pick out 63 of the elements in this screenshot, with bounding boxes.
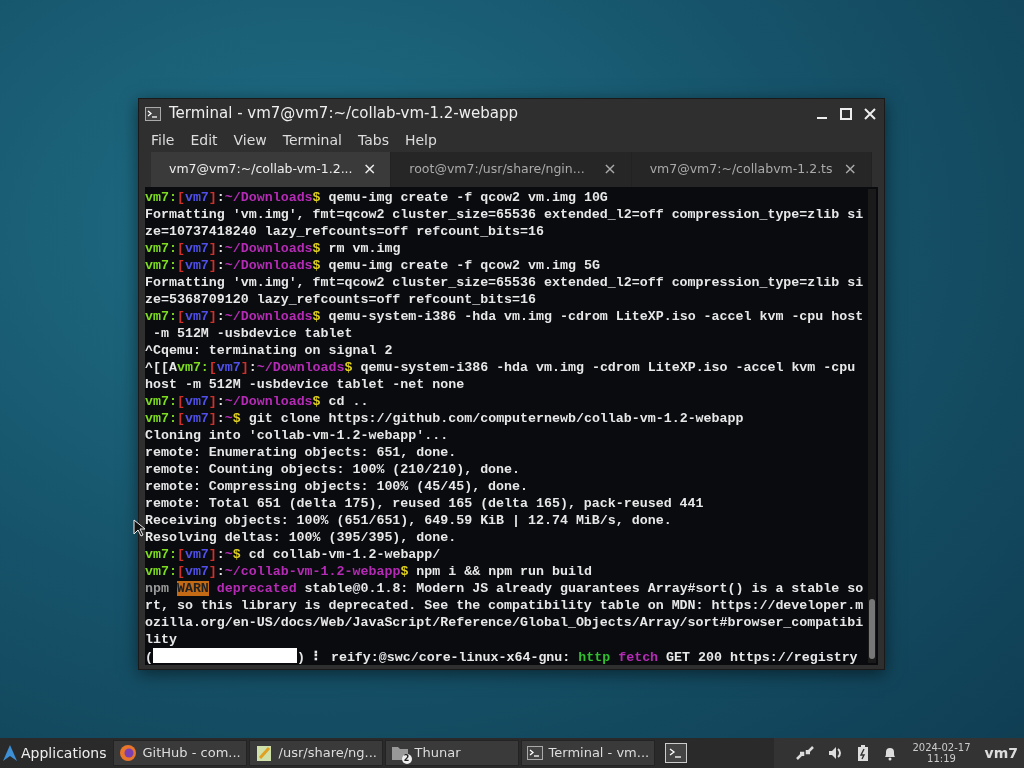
terminal-tab[interactable]: vm7@vm7:~/collab-vm-1.2... × xyxy=(151,151,392,187)
terminal-launcher-icon[interactable] xyxy=(664,743,687,763)
menu-item[interactable]: Edit xyxy=(182,129,226,151)
close-tab-button[interactable]: × xyxy=(603,157,617,182)
terminal-line: host -m 512M -usbdevice tablet -net none xyxy=(145,376,466,393)
taskbar-button[interactable]: 2 Thunar xyxy=(384,740,519,766)
terminal-line: vm7:[vm7]:~/collab-vm-1.2-webapp$ npm i && npm run build xyxy=(145,563,593,580)
terminal-line: remote: Counting objects: 100% (210/210), done. xyxy=(145,461,522,478)
taskbar-button[interactable]: Terminal - vm... xyxy=(520,740,655,766)
scrollbar-thumb[interactable] xyxy=(869,599,875,659)
close-icon[interactable] xyxy=(862,105,878,122)
terminal-text: ( xyxy=(145,650,153,665)
terminal-line: vm7:[vm7]:~/Downloads$ rm vm.img xyxy=(145,240,402,257)
clock-date: 2024-02-17 xyxy=(912,742,971,753)
user-name[interactable]: vm7 xyxy=(984,742,1018,764)
menu-item[interactable]: Terminal xyxy=(274,129,350,151)
window-count-badge: 2 xyxy=(401,754,412,764)
terminal-line: lity xyxy=(145,631,178,648)
terminal-line: rt, so this library is deprecated. See the compatibility table on MDN: https://developer.m xyxy=(145,597,865,614)
terminal-line: Receiving objects: 100% (651/651), 649.59 KiB | 12.74 MiB/s, done. xyxy=(145,512,673,529)
editor-icon xyxy=(254,744,273,762)
terminal-line: vm7:[vm7]:~/Downloads$ qemu-img create -f qcow2 vm.img 10G xyxy=(145,189,609,206)
terminal-line: vm7:[vm7]:~/Downloads$ qemu-img create -f qcow2 vm.img 5G xyxy=(145,257,601,274)
terminal-line: ozilla.org/en-US/docs/Web/JavaScript/Reference/Global_Objects/Array/sort#browser_compatibi xyxy=(145,614,865,631)
terminal-icon xyxy=(145,106,161,121)
menu-item[interactable]: Tabs xyxy=(349,129,397,151)
terminal-text: http xyxy=(578,650,611,665)
terminal-line: npm WARN deprecated stable@0.1.8: Modern JS already guarantees Array#sort() is a stable so xyxy=(145,580,865,597)
applications-menu-button[interactable]: Applications xyxy=(0,742,113,764)
menu-item[interactable]: View xyxy=(225,129,275,151)
terminal-text: GET 200 https://registry xyxy=(665,650,858,665)
network-icon[interactable] xyxy=(796,745,815,761)
terminal-line: Formatting 'vm.img', fmt=qcow2 cluster_size=65536 extended_l2=off compression_type=zlib si xyxy=(145,274,865,291)
browser-icon xyxy=(118,744,137,762)
terminal-line: remote: Total 651 (delta 175), reused 165 (delta 165), pack-reused 441 xyxy=(145,495,705,512)
terminal-line: Cloning into 'collab-vm-1.2-webapp'... xyxy=(145,427,450,444)
close-tab-button[interactable]: × xyxy=(362,157,377,182)
menu-item[interactable]: File xyxy=(143,129,183,151)
maximize-icon[interactable] xyxy=(838,105,854,122)
terminal-line: vm7:[vm7]:~/Downloads$ cd .. xyxy=(145,393,370,410)
terminal-line: -m 512M -usbdevice tablet xyxy=(151,325,354,342)
terminal-line: vm7:[vm7]:~/Downloads$ qemu-system-i386 -hda vm.img -cdrom LiteXP.iso -accel kvm -cpu host xyxy=(145,308,865,325)
terminal-line: vm7:[vm7]:~$ git clone https://github.com/computernewb/collab-vm-1.2-webapp xyxy=(145,410,745,427)
terminal-line: Resolving deltas: 100% (395/395), done. xyxy=(145,529,458,546)
terminal-line: Formatting 'vm.img', fmt=qcow2 cluster_size=65536 extended_l2=off compression_type=zlib si xyxy=(145,206,865,223)
terminal-line: ^[[Avm7:[vm7]:~/Downloads$ qemu-system-i386 -hda vm.img -cdrom LiteXP.iso -accel kvm -cpu xyxy=(145,359,857,376)
terminal-line: remote: Compressing objects: 100% (45/45), done. xyxy=(145,478,529,495)
battery-icon[interactable] xyxy=(858,745,869,761)
terminal-line: ze=5368709120 lazy_refcounts=off refcount_bits=16 xyxy=(145,291,537,308)
terminal-icon xyxy=(526,746,543,760)
close-tab-button[interactable]: × xyxy=(843,157,857,182)
clock-time: 11:19 xyxy=(926,753,957,764)
taskbar-button[interactable]: GitHub - com... xyxy=(112,740,247,766)
launcher-icon xyxy=(2,744,18,762)
menu-item[interactable]: Help xyxy=(396,129,445,151)
terminal-line: ^Cqemu: terminating on signal 2 xyxy=(145,342,394,359)
terminal-text: fetch xyxy=(617,650,659,665)
terminal-line: ze=10737418240 lazy_refcounts=off refcount_bits=16 xyxy=(145,223,545,240)
window-title: Terminal - vm7@vm7:~/collab-vm-1.2-webapp xyxy=(169,103,519,125)
terminal-text: ) ⠇ reify:@swc/core-linux-x64-gnu: xyxy=(297,650,572,665)
taskbar-button[interactable]: /usr/share/ng... xyxy=(248,740,383,766)
terminal-line: remote: Enumerating objects: 651, done. xyxy=(145,444,458,461)
terminal-line: vm7:[vm7]:~$ cd collab-vm-1.2-webapp/ xyxy=(145,546,442,563)
